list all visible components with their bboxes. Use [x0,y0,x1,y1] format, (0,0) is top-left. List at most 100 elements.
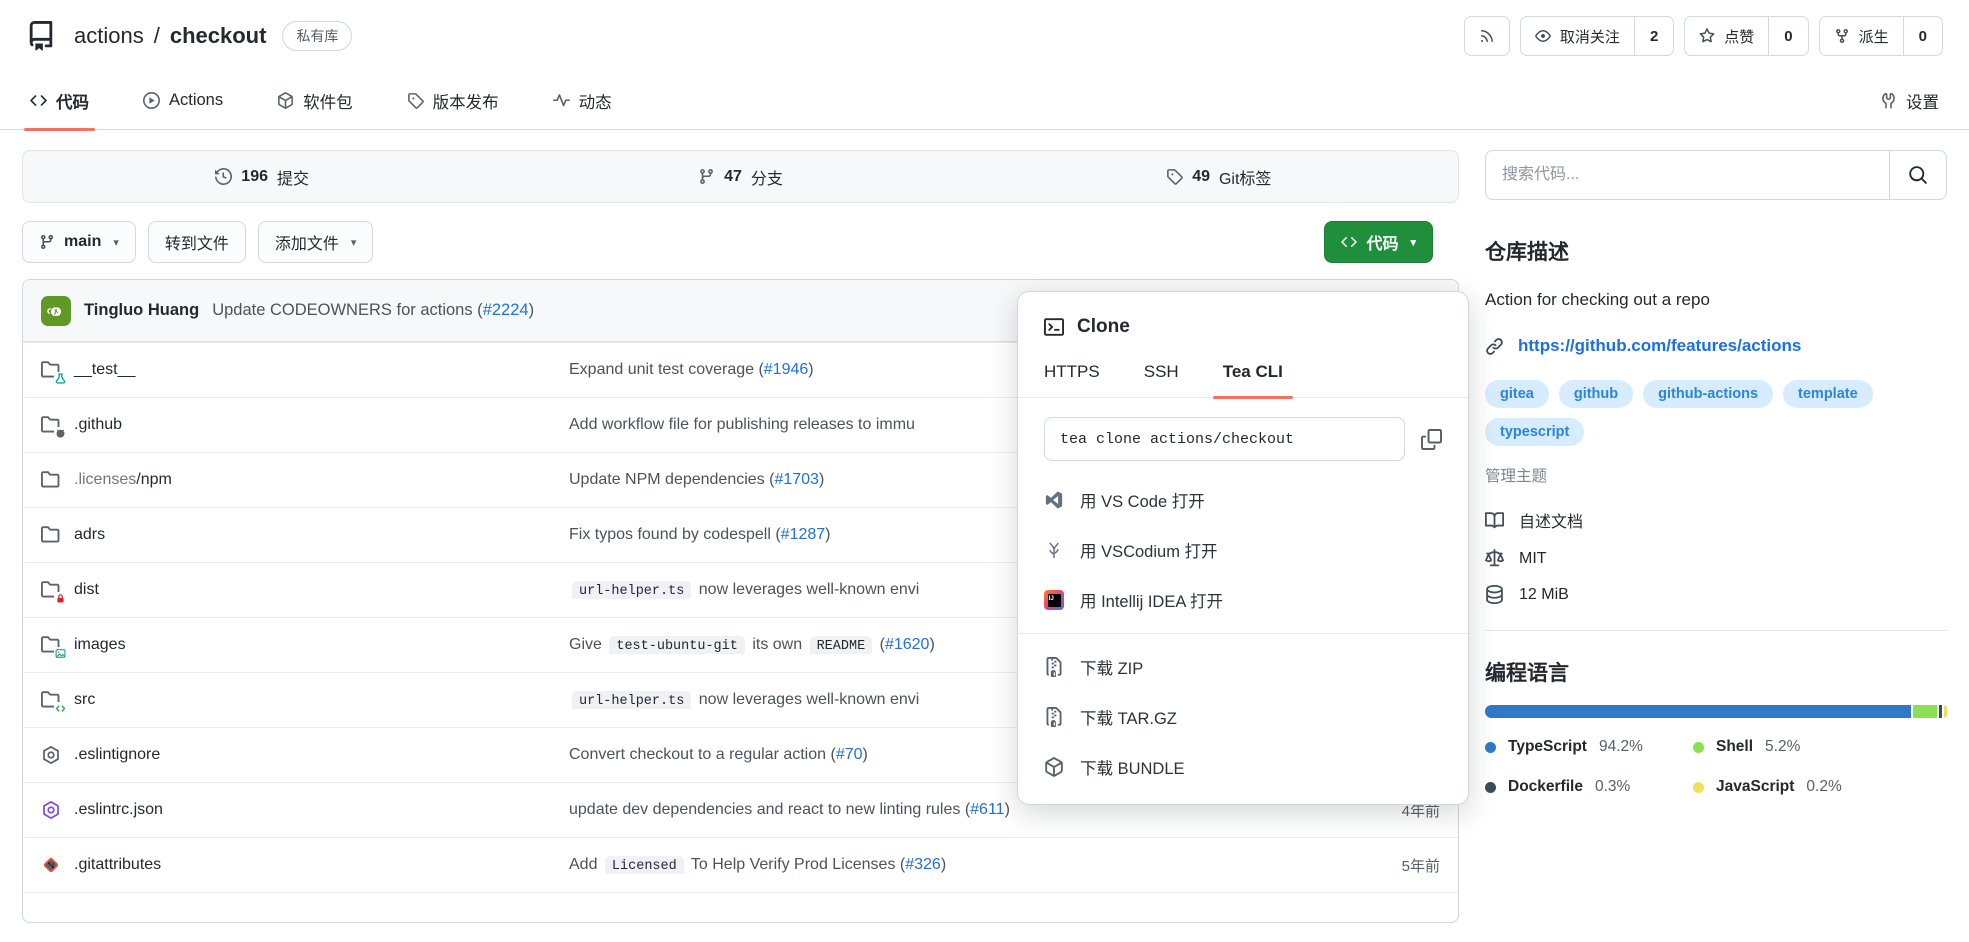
clone-menu: 用 VS Code 打开 用 VSCodium 打开 IJ 用 Intellij… [1018,467,1468,792]
language-name: Dockerfile [1508,778,1583,796]
zip-file-icon [1044,707,1064,727]
topic-tag[interactable]: typescript [1485,418,1584,446]
pr-link[interactable]: #326 [905,856,941,873]
file-link[interactable]: images [74,636,126,654]
file-link[interactable]: adrs [74,526,105,544]
copy-button[interactable] [1421,429,1442,450]
stat-branches[interactable]: 47 分支 [501,165,979,189]
topic-tag[interactable]: github-actions [1643,380,1773,408]
tools-icon [1880,92,1897,109]
file-link[interactable]: dist [74,581,99,599]
pr-link[interactable]: #1620 [885,636,930,653]
folder-code-icon [41,690,61,710]
branch-selector[interactable]: main ▾ [22,221,136,263]
add-file-button[interactable]: 添加文件 ▾ [258,221,374,263]
topic-tag[interactable]: template [1783,380,1873,408]
file-link[interactable]: .eslintrc.json [74,801,163,819]
tab-https[interactable]: HTTPS [1044,362,1100,397]
pr-link[interactable]: #611 [970,801,1004,818]
code-span: README [810,636,873,654]
file-link[interactable]: src [74,691,95,709]
download-zip-item[interactable]: 下载 ZIP [1018,642,1468,692]
commit-message-suffix: ) [819,471,824,488]
pr-link[interactable]: #70 [836,746,863,763]
avatar[interactable] [41,296,71,326]
repo-owner-link[interactable]: actions [74,23,144,49]
language-legend: TypeScript 94.2% Shell 5.2% Dockerfile 0… [1485,738,1947,796]
tab-actions[interactable]: Actions [137,72,229,130]
folder-icon [41,470,61,490]
tab-code[interactable]: 代码 [24,72,95,130]
tab-packages[interactable]: 软件包 [271,72,359,130]
rss-button[interactable] [1464,16,1510,56]
tab-tea-cli[interactable]: Tea CLI [1223,362,1283,397]
table-row: .gitattributes Add Licensed To Help Veri… [23,837,1458,892]
tab-activity[interactable]: 动态 [547,72,618,130]
search-icon [1908,165,1928,185]
tab-actions-label: Actions [169,91,223,110]
file-link[interactable]: .github [74,416,122,434]
divider [1485,630,1947,631]
search-button[interactable] [1889,150,1947,200]
topic-tag[interactable]: github [1559,380,1633,408]
tags-label: Git标签 [1219,165,1271,189]
tab-ssh[interactable]: SSH [1144,362,1179,397]
tab-releases[interactable]: 版本发布 [401,72,505,130]
topic-tag[interactable]: gitea [1485,380,1549,408]
manage-topics-link[interactable]: 管理主题 [1485,464,1547,486]
tab-settings-label: 设置 [1906,89,1939,113]
readme-link[interactable]: 自述文档 [1485,508,1947,532]
language-bar-segment [1939,705,1942,718]
pr-link[interactable]: #1287 [781,526,826,543]
fork-count[interactable]: 0 [1903,17,1942,55]
watch-count[interactable]: 2 [1634,17,1673,55]
git-file-icon [41,855,61,875]
repo-name-link[interactable]: checkout [170,23,267,49]
license-link[interactable]: MIT [1485,549,1947,568]
star-count[interactable]: 0 [1768,17,1807,55]
pr-link[interactable]: #2224 [483,301,529,319]
languages-heading: 编程语言 [1485,657,1947,687]
watch-button[interactable]: 取消关注 2 [1520,16,1674,56]
file-link[interactable]: __test__ [74,361,135,379]
goto-file-button[interactable]: 转到文件 [148,221,246,263]
pulse-icon [553,92,570,109]
commits-count: 196 [241,168,268,186]
search-input[interactable] [1485,150,1889,200]
folder-lock-icon [41,580,61,600]
tab-settings[interactable]: 设置 [1874,72,1945,130]
language-bar-segment [1485,705,1911,718]
file-link[interactable]: .gitattributes [74,856,161,874]
commit-message-text: Convert checkout to a regular action ( [569,746,836,763]
commit-author[interactable]: Tingluo Huang [84,301,199,320]
menu-item-label: 用 VSCodium 打开 [1080,538,1218,562]
file-link[interactable]: .licenses/npm [74,471,172,489]
language-percent: 0.2% [1806,778,1841,796]
pr-link[interactable]: #1703 [774,471,819,488]
license-label: MIT [1519,550,1547,568]
file-link[interactable]: .eslintignore [74,746,160,764]
repo-sidebar: 仓库描述 Action for checking out a repo http… [1485,150,1947,796]
clone-command-input[interactable] [1044,417,1405,461]
fork-button[interactable]: 派生 0 [1819,16,1943,56]
download-targz-item[interactable]: 下载 TAR.GZ [1018,692,1468,742]
code-download-button[interactable]: 代码 ▾ [1324,221,1433,263]
clone-command-row [1018,398,1468,467]
pr-link[interactable]: #1946 [764,361,809,378]
stat-tags[interactable]: 49 Git标签 [980,165,1458,189]
legend-item: Shell 5.2% [1693,738,1947,756]
open-vscodium-item[interactable]: 用 VSCodium 打开 [1018,525,1468,575]
open-intellij-item[interactable]: IJ 用 Intellij IDEA 打开 [1018,575,1468,625]
star-button[interactable]: 点赞 0 [1684,16,1808,56]
latest-commit-message: Update CODEOWNERS for actions (#2224) [212,301,534,320]
website-link[interactable]: https://github.com/features/actions [1518,336,1801,356]
download-bundle-item[interactable]: 下载 BUNDLE [1018,742,1468,792]
code-span: url-helper.ts [572,691,691,709]
menu-item-label: 用 VS Code 打开 [1080,488,1205,512]
legend-dot [1485,742,1496,753]
open-vscode-item[interactable]: 用 VS Code 打开 [1018,475,1468,525]
stat-commits[interactable]: 196 提交 [23,165,501,189]
history-icon [215,168,232,185]
branches-label: 分支 [751,165,783,189]
branch-name: main [64,233,101,251]
